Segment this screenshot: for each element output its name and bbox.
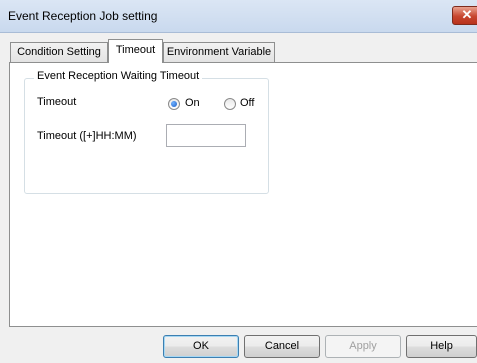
tab-label: Timeout bbox=[115, 44, 156, 56]
tab-environment-variable[interactable]: Environment Variable bbox=[163, 42, 275, 62]
ok-button[interactable]: OK bbox=[163, 335, 239, 358]
window-title: Event Reception Job setting bbox=[8, 9, 158, 23]
title-bar[interactable]: Event Reception Job setting ✕ bbox=[0, 0, 477, 33]
timeout-label: Timeout bbox=[37, 96, 77, 108]
timeout-duration-label: Timeout ([+]HH:MM) bbox=[37, 130, 137, 142]
tab-label: Environment Variable bbox=[166, 46, 272, 58]
group-title: Event Reception Waiting Timeout bbox=[34, 70, 203, 82]
tab-condition-setting[interactable]: Condition Setting bbox=[10, 42, 108, 62]
apply-label: Apply bbox=[349, 340, 377, 352]
close-button[interactable]: ✕ bbox=[452, 6, 477, 25]
tab-timeout[interactable]: Timeout bbox=[108, 39, 163, 63]
tab-label: Condition Setting bbox=[17, 46, 101, 58]
help-label: Help bbox=[430, 340, 453, 352]
radio-selected-dot bbox=[171, 101, 177, 107]
close-icon: ✕ bbox=[461, 7, 473, 22]
apply-button[interactable]: Apply bbox=[325, 335, 401, 358]
ok-label: OK bbox=[193, 340, 209, 352]
help-button[interactable]: Help bbox=[406, 335, 477, 358]
radio-off[interactable] bbox=[224, 98, 236, 110]
dialog-client-area: Condition Setting Timeout Environment Va… bbox=[0, 33, 477, 363]
radio-on-label[interactable]: On bbox=[185, 97, 200, 109]
radio-off-label[interactable]: Off bbox=[240, 97, 254, 109]
cancel-label: Cancel bbox=[264, 340, 300, 352]
radio-on[interactable] bbox=[168, 98, 180, 110]
cancel-button[interactable]: Cancel bbox=[244, 335, 320, 358]
timeout-duration-input[interactable] bbox=[166, 124, 246, 147]
